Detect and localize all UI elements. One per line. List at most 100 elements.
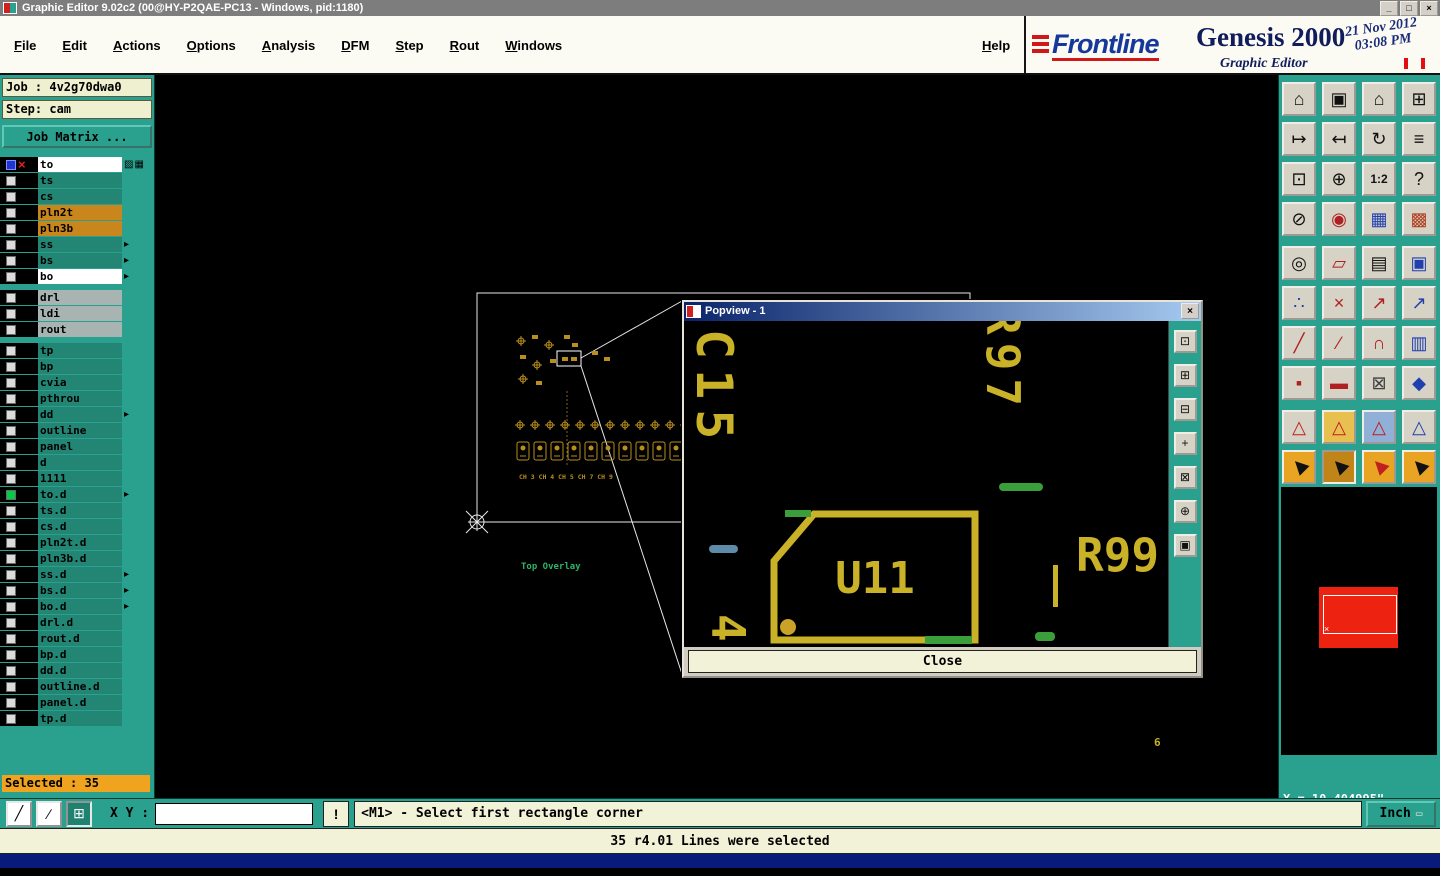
select-filter-icon[interactable]: ▶	[1402, 450, 1436, 484]
layer-label[interactable]: pln3b.d	[38, 551, 122, 566]
layer-label[interactable]: bs.d	[38, 583, 122, 598]
layer-checkbox[interactable]	[6, 521, 16, 532]
menu-help[interactable]: Help	[982, 38, 1010, 53]
points-mode-icon[interactable]: ∴	[1282, 286, 1316, 320]
layer-checkbox[interactable]	[6, 649, 16, 660]
line-mode-icon[interactable]: ╱	[6, 800, 32, 827]
xy-coordinate-input[interactable]	[155, 802, 314, 825]
popview-previous-view-icon[interactable]: ⊠	[1173, 465, 1197, 489]
layer-label[interactable]: panel	[38, 439, 122, 454]
layer-label[interactable]: cvia	[38, 375, 122, 390]
job-matrix-button[interactable]: Job Matrix ...	[2, 125, 152, 148]
pan-in-icon[interactable]: ↦	[1282, 122, 1316, 156]
layer-checkbox[interactable]	[6, 292, 16, 303]
popview-zoom-out-icon[interactable]: ⊟	[1173, 397, 1197, 421]
layer-label[interactable]: pln2t.d	[38, 535, 122, 550]
zoom-home-icon[interactable]: ⌂	[1362, 82, 1396, 116]
layer-label[interactable]: pthrou	[38, 391, 122, 406]
pan-out-icon[interactable]: ↤	[1322, 122, 1356, 156]
angle-mode-icon[interactable]: ∕	[36, 800, 62, 827]
select-tool-icon[interactable]: ▶	[1282, 450, 1316, 484]
pan-center-icon[interactable]: ⊕	[1322, 162, 1356, 196]
screen-redraw-icon[interactable]: ▣	[1322, 82, 1356, 116]
overview-panel[interactable]: ×	[1281, 487, 1437, 755]
layer-checkbox[interactable]	[6, 473, 16, 484]
layer-label[interactable]: rout	[38, 322, 122, 337]
add-triangle-select-icon[interactable]: △	[1362, 410, 1396, 444]
grid-dots-icon[interactable]: ▩	[1402, 202, 1436, 236]
refresh-view-icon[interactable]: ↻	[1362, 122, 1396, 156]
layer-checkbox[interactable]	[6, 345, 16, 356]
layer-label[interactable]: ts	[38, 173, 122, 188]
move-vertex-icon[interactable]: ↗	[1362, 286, 1396, 320]
zoom-previous-icon[interactable]: ⌂	[1282, 82, 1316, 116]
transform-icon[interactable]: ⊠	[1362, 366, 1396, 400]
popview-center-icon[interactable]: ⊕	[1173, 499, 1197, 523]
layer-checkbox[interactable]	[6, 324, 16, 335]
layer-checkbox[interactable]	[6, 308, 16, 319]
close-button[interactable]: ×	[1420, 0, 1438, 16]
layer-label[interactable]: cs.d	[38, 519, 122, 534]
layer-label[interactable]: ss.d	[38, 567, 122, 582]
popview-close-icon[interactable]: ×	[1181, 303, 1199, 320]
add-triangle-filled-icon[interactable]: △	[1322, 410, 1356, 444]
layer-label[interactable]: panel.d	[38, 695, 122, 710]
layer-checkbox[interactable]	[6, 601, 16, 612]
menu-options[interactable]: Options	[187, 38, 236, 53]
layer-checkbox[interactable]	[6, 425, 16, 436]
delete-mode-icon[interactable]: ×	[1322, 286, 1356, 320]
menu-windows[interactable]: Windows	[505, 38, 562, 53]
add-slot-icon[interactable]: ▬	[1322, 366, 1356, 400]
layer-checkbox[interactable]	[6, 617, 16, 628]
highlight-icon[interactable]: ◉	[1322, 202, 1356, 236]
layer-label[interactable]: ss	[38, 237, 122, 252]
layer-label[interactable]: bs	[38, 253, 122, 268]
layer-label[interactable]: dd	[38, 407, 122, 422]
layer-checkbox[interactable]	[6, 223, 16, 234]
layer-checkbox[interactable]	[6, 665, 16, 676]
layer-label[interactable]: drl	[38, 290, 122, 305]
clear-highlight-icon[interactable]: ⊘	[1282, 202, 1316, 236]
popview-full-view-icon[interactable]: ▣	[1173, 533, 1197, 557]
add-triangle-icon[interactable]: △	[1282, 410, 1316, 444]
center-target-icon[interactable]: ◎	[1282, 246, 1316, 280]
layer-label[interactable]: tp	[38, 343, 122, 358]
arc-icon[interactable]: ∩	[1362, 326, 1396, 360]
layer-list-icon[interactable]: ≡	[1402, 122, 1436, 156]
menu-edit[interactable]: Edit	[62, 38, 87, 53]
layer-label[interactable]: rout.d	[38, 631, 122, 646]
snap-grid-icon[interactable]: ⊞	[66, 800, 92, 827]
layer-checkbox[interactable]	[6, 489, 16, 500]
layer-checkbox[interactable]	[6, 713, 16, 724]
select-inside-icon[interactable]: ▶	[1322, 450, 1356, 484]
menu-rout[interactable]: Rout	[450, 38, 480, 53]
layer-label[interactable]: bp.d	[38, 647, 122, 662]
menu-analysis[interactable]: Analysis	[262, 38, 315, 53]
help-tool-icon[interactable]: ?	[1402, 162, 1436, 196]
layer-label[interactable]: dd.d	[38, 663, 122, 678]
layer-checkbox[interactable]	[6, 697, 16, 708]
layer-label[interactable]: ts.d	[38, 503, 122, 518]
layer-checkbox[interactable]	[6, 633, 16, 644]
add-triangle-blue-icon[interactable]: △	[1402, 410, 1436, 444]
layer-label[interactable]: cs	[38, 189, 122, 204]
add-pad-icon[interactable]: ▪	[1282, 366, 1316, 400]
popview-viewport[interactable]: U11 C15 R97 R99 4	[684, 320, 1168, 647]
layer-checkbox[interactable]	[6, 255, 16, 266]
layer-checkbox[interactable]	[6, 537, 16, 548]
overview-viewport-rect[interactable]	[1323, 595, 1397, 634]
restore-button[interactable]: □	[1400, 0, 1418, 16]
line-45-icon[interactable]: ╱	[1282, 326, 1316, 360]
measure-icon[interactable]: ▤	[1362, 246, 1396, 280]
menu-actions[interactable]: Actions	[113, 38, 161, 53]
layer-checkbox[interactable]	[6, 175, 16, 186]
layer-checkbox[interactable]	[6, 191, 16, 202]
layer-label[interactable]: bp	[38, 359, 122, 374]
units-toggle-button[interactable]: Inch ▭	[1366, 800, 1436, 827]
layer-checkbox[interactable]	[6, 393, 16, 404]
layer-label[interactable]: bo.d	[38, 599, 122, 614]
layer-checkbox[interactable]	[6, 553, 16, 564]
polygon-fill-icon[interactable]: ◆	[1402, 366, 1436, 400]
popview-zoom-in-icon[interactable]: ⊞	[1173, 363, 1197, 387]
active-layer-indicator[interactable]	[6, 159, 16, 170]
